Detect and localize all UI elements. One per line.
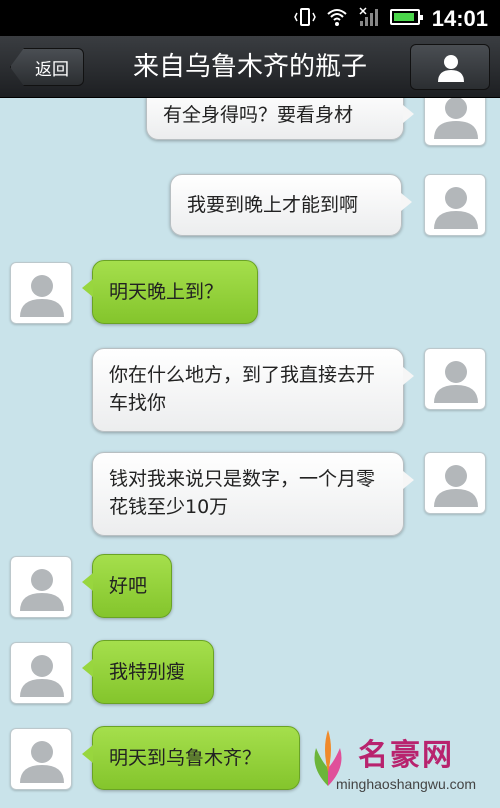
page-title: 来自乌鲁木齐的瓶子 [132, 52, 367, 82]
user-icon [438, 55, 464, 82]
avatar[interactable] [424, 348, 486, 410]
message-bubble[interactable]: 有全身得吗？要看身材 [146, 98, 414, 140]
message-text: 你在什么地方，到了我直接去开车找你 [109, 364, 376, 414]
avatar[interactable] [424, 98, 486, 146]
avatar[interactable] [10, 642, 72, 704]
avatar[interactable] [424, 174, 486, 236]
user-avatar-icon [434, 465, 478, 507]
user-avatar-icon [20, 655, 64, 697]
message-text: 我特别瘦 [109, 661, 186, 683]
message-text: 好吧 [109, 575, 148, 597]
user-avatar-icon [20, 275, 64, 317]
message-text: 钱对我来说只是数字，一个月零花钱至少10万 [109, 468, 376, 518]
message-bubble[interactable]: 好吧 [82, 554, 172, 618]
message-text: 明天到乌鲁木齐？ [109, 747, 262, 769]
profile-button[interactable] [410, 44, 490, 90]
battery-icon [390, 9, 423, 25]
wifi-icon [327, 9, 347, 26]
avatar[interactable] [10, 556, 72, 618]
user-avatar-icon [20, 569, 64, 611]
avatar[interactable] [424, 452, 486, 514]
watermark: 名豪网 minghaoshangwu.com [296, 728, 486, 800]
message-bubble[interactable]: 钱对我来说只是数字，一个月零花钱至少10万 [92, 452, 414, 536]
status-bar: 14:01 [0, 0, 500, 36]
back-button[interactable]: 返回 [10, 48, 84, 86]
status-icons [294, 6, 423, 28]
message-bubble[interactable]: 明天到乌鲁木齐？ [82, 726, 300, 790]
title-bar: 返回 来自乌鲁木齐的瓶子 [0, 36, 500, 98]
watermark-name: 名豪网 [358, 738, 454, 773]
signal-icon [359, 7, 378, 26]
chat-area[interactable]: 有全身得吗？要看身材 我要到晚上才能到啊 明天晚上到？ 你在什么地方，到了我直接… [0, 98, 500, 808]
vibrate-icon [294, 8, 316, 26]
message-bubble[interactable]: 我特别瘦 [82, 640, 214, 704]
user-avatar-icon [434, 98, 478, 139]
user-avatar-icon [434, 361, 478, 403]
avatar[interactable] [10, 728, 72, 790]
avatar[interactable] [10, 262, 72, 324]
message-text: 明天晚上到？ [109, 281, 224, 303]
watermark-url: minghaoshangwu.com [336, 776, 477, 792]
user-avatar-icon [434, 187, 478, 229]
message-text: 我要到晚上才能到啊 [187, 194, 359, 216]
message-bubble[interactable]: 明天晚上到？ [82, 260, 258, 324]
message-bubble[interactable]: 我要到晚上才能到啊 [170, 174, 412, 236]
user-avatar-icon [20, 741, 64, 783]
message-bubble[interactable]: 你在什么地方，到了我直接去开车找你 [92, 348, 414, 432]
message-text: 有全身得吗？要看身材 [163, 104, 354, 126]
status-time: 14:01 [431, 6, 488, 31]
